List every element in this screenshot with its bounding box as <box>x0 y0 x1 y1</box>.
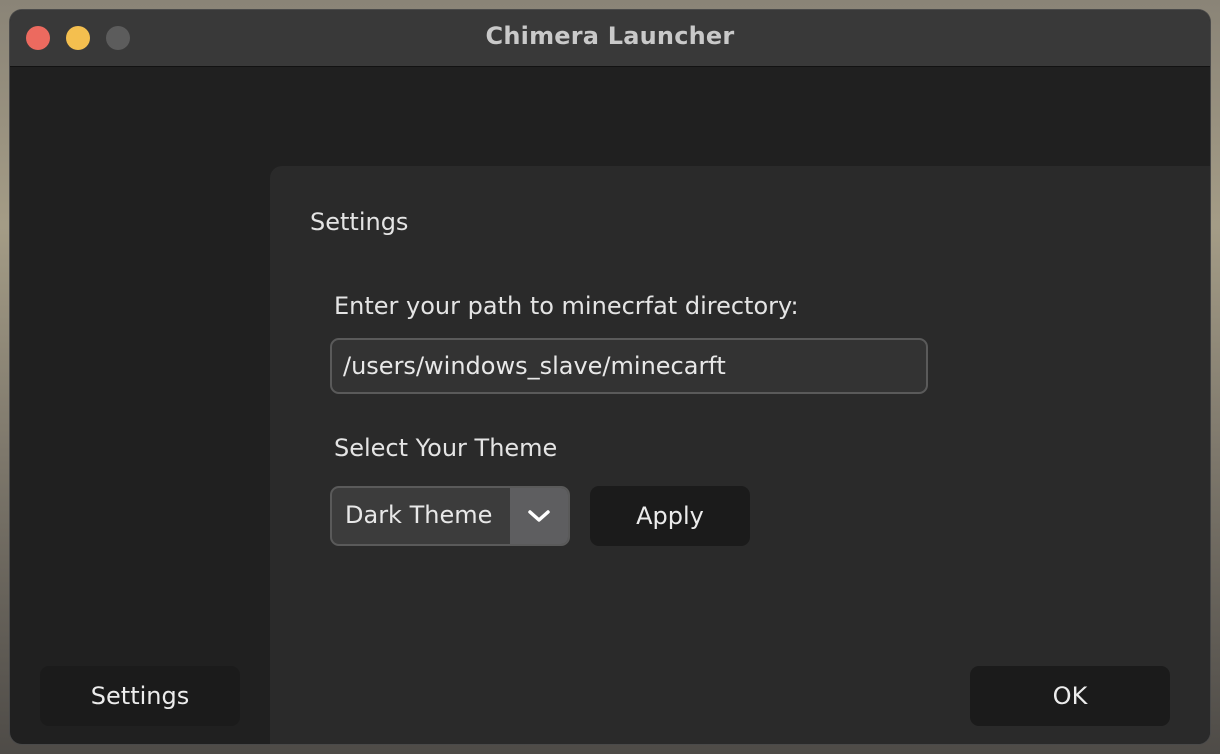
apply-button[interactable]: Apply <box>590 486 750 546</box>
theme-dropdown-toggle[interactable] <box>510 488 568 544</box>
ok-button[interactable]: OK <box>970 666 1170 726</box>
title-bar: Chimera Launcher <box>10 10 1210 67</box>
window-title: Chimera Launcher <box>485 22 735 50</box>
theme-select-value: Dark Theme <box>345 501 493 529</box>
theme-select[interactable]: Dark Theme <box>330 486 570 546</box>
minecraft-path-input[interactable] <box>330 338 928 394</box>
path-label: Enter your path to minecrfat directory: <box>334 292 799 320</box>
settings-panel: Settings Enter your path to minecrfat di… <box>270 166 1210 744</box>
app-window: Chimera Launcher Settings Enter your pat… <box>10 10 1210 744</box>
settings-button[interactable]: Settings <box>40 666 240 726</box>
chevron-down-icon <box>528 510 550 522</box>
panel-title: Settings <box>310 208 409 236</box>
theme-label: Select Your Theme <box>334 434 558 462</box>
